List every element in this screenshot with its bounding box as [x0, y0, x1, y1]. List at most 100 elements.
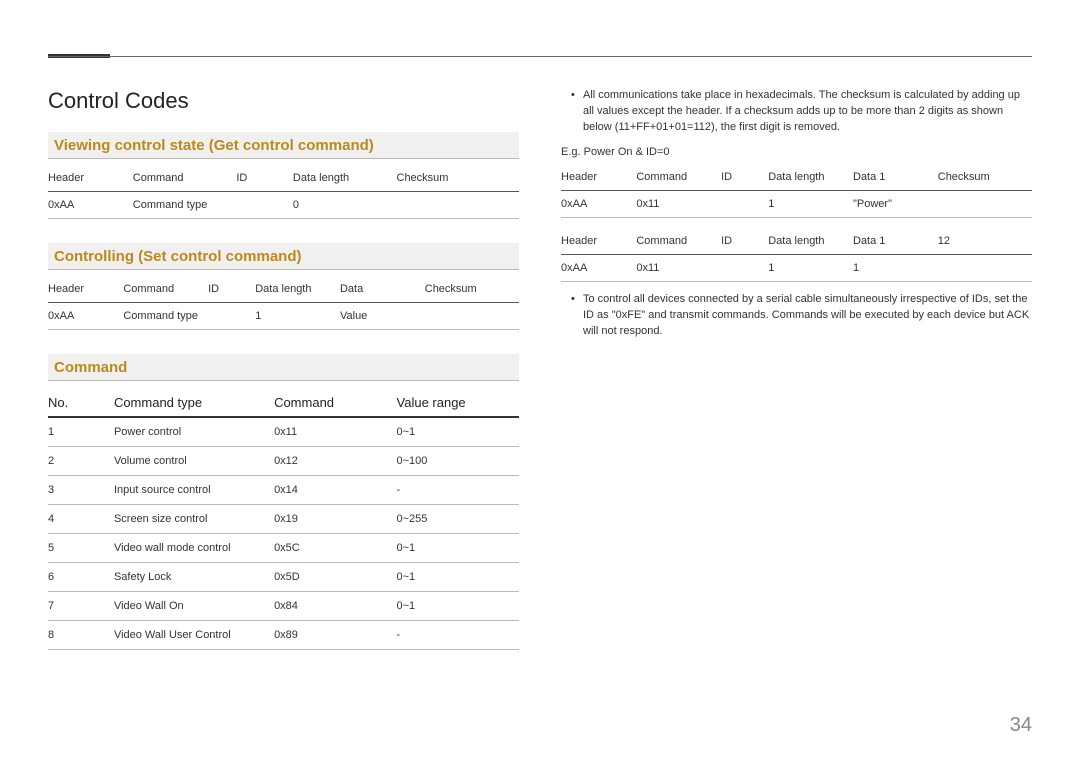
section-heading-controlling: Controlling (Set control command): [48, 243, 519, 270]
td: Screen size control: [114, 505, 274, 534]
td: 0~1: [397, 563, 519, 592]
td: 0~100: [397, 447, 519, 476]
table-command: No. Command type Command Value range 1Po…: [48, 387, 519, 650]
td: 0x11: [636, 254, 721, 281]
th: Header: [561, 164, 636, 191]
note-list: All communications take place in hexadec…: [561, 88, 1032, 136]
th: Command: [133, 165, 237, 192]
td: 0~1: [397, 417, 519, 447]
th: Data length: [255, 276, 340, 303]
table-row: 3Input source control0x14-: [48, 476, 519, 505]
td: Power control: [114, 417, 274, 447]
th: Data 1: [853, 164, 938, 191]
page-body: Control Codes Viewing control state (Get…: [48, 46, 1032, 650]
td: 0x5D: [274, 563, 396, 592]
td: -: [397, 621, 519, 650]
th: Command: [274, 387, 396, 417]
th: Checksum: [938, 164, 1032, 191]
note-item: All communications take place in hexadec…: [561, 88, 1032, 136]
td: 0x11: [274, 417, 396, 447]
td: -: [397, 476, 519, 505]
th: Checksum: [425, 276, 519, 303]
th: Command: [636, 228, 721, 255]
th: Data length: [768, 164, 853, 191]
page-number: 34: [1010, 714, 1032, 737]
td: [721, 254, 768, 281]
td: [425, 303, 519, 330]
th: Header: [561, 228, 636, 255]
td: Video Wall On: [114, 592, 274, 621]
table-row: 6Safety Lock0x5D0~1: [48, 563, 519, 592]
td: 0x14: [274, 476, 396, 505]
td: 0: [293, 192, 397, 219]
td: 1: [768, 254, 853, 281]
th: Header: [48, 276, 123, 303]
section-heading-viewing: Viewing control state (Get control comma…: [48, 132, 519, 159]
td: 0x19: [274, 505, 396, 534]
th: Command: [636, 164, 721, 191]
table-row: 1Power control0x110~1: [48, 417, 519, 447]
td: 8: [48, 621, 114, 650]
td: 4: [48, 505, 114, 534]
td: 1: [48, 417, 114, 447]
td: [938, 190, 1032, 217]
td: 3: [48, 476, 114, 505]
td: 7: [48, 592, 114, 621]
table-row: 8Video Wall User Control0x89-: [48, 621, 519, 650]
td: 6: [48, 563, 114, 592]
td: 0x12: [274, 447, 396, 476]
table-row: 2Volume control0x120~100: [48, 447, 519, 476]
th: Checksum: [397, 165, 520, 192]
td: [721, 190, 768, 217]
td: 1: [853, 254, 938, 281]
td: [397, 192, 520, 219]
th: ID: [236, 165, 293, 192]
th: Data: [340, 276, 425, 303]
th: Data length: [293, 165, 397, 192]
section-heading-command: Command: [48, 354, 519, 381]
th: Command type: [114, 387, 274, 417]
right-column: All communications take place in hexadec…: [561, 88, 1032, 650]
th: ID: [721, 228, 768, 255]
td: 0xAA: [48, 192, 133, 219]
td: [208, 303, 255, 330]
th: 12: [938, 228, 1032, 255]
td: Volume control: [114, 447, 274, 476]
th: ID: [208, 276, 255, 303]
td: Command type: [123, 303, 208, 330]
td: 0~255: [397, 505, 519, 534]
th: ID: [721, 164, 768, 191]
td: "Power": [853, 190, 938, 217]
td: 1: [768, 190, 853, 217]
table-command-body: 1Power control0x110~12Volume control0x12…: [48, 417, 519, 650]
td: 1: [255, 303, 340, 330]
td: 0xAA: [561, 190, 636, 217]
th: Data 1: [853, 228, 938, 255]
table-row: 4Screen size control0x190~255: [48, 505, 519, 534]
td: [236, 192, 293, 219]
note-item: To control all devices connected by a se…: [561, 292, 1032, 340]
th: Data length: [768, 228, 853, 255]
left-column: Control Codes Viewing control state (Get…: [48, 88, 519, 650]
td: 0x11: [636, 190, 721, 217]
td: Video Wall User Control: [114, 621, 274, 650]
table-row: 7Video Wall On0x840~1: [48, 592, 519, 621]
td: 0x89: [274, 621, 396, 650]
td: 2: [48, 447, 114, 476]
th: Header: [48, 165, 133, 192]
td: 0~1: [397, 534, 519, 563]
td: Safety Lock: [114, 563, 274, 592]
th: Value range: [397, 387, 519, 417]
td: Command type: [133, 192, 237, 219]
table-controlling: Header Command ID Data length Data Check…: [48, 276, 519, 330]
td: 0xAA: [48, 303, 123, 330]
td: Video wall mode control: [114, 534, 274, 563]
td: 0~1: [397, 592, 519, 621]
page-title: Control Codes: [48, 88, 519, 114]
note-list: To control all devices connected by a se…: [561, 292, 1032, 340]
table-viewing: Header Command ID Data length Checksum 0…: [48, 165, 519, 219]
td: [938, 254, 1032, 281]
th: Command: [123, 276, 208, 303]
th: No.: [48, 387, 114, 417]
header-divider: [48, 56, 1032, 57]
